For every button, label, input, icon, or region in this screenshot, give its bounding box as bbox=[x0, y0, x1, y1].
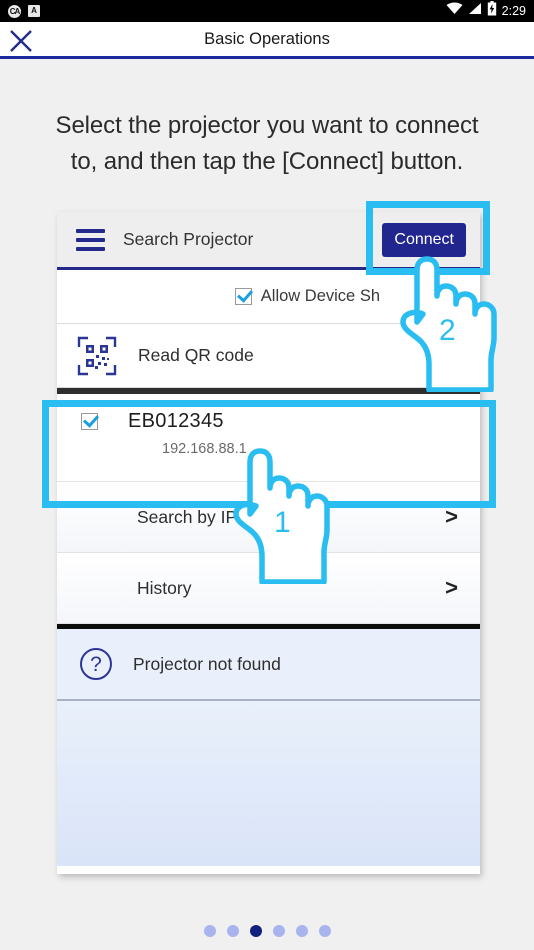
wifi-icon bbox=[446, 2, 463, 20]
page-dot-2[interactable] bbox=[226, 925, 239, 937]
app-screenshot-panel: Search Projector Connect Allow Device Sh bbox=[57, 212, 480, 874]
android-status-bar: CA A 2:29 bbox=[0, 0, 534, 22]
instruction-line-1: Select the projector you want to connect bbox=[55, 112, 479, 139]
history-label: History bbox=[137, 577, 192, 598]
allow-device-label: Allow Device Sh bbox=[260, 287, 380, 305]
page-dot-1[interactable] bbox=[203, 925, 216, 937]
hamburger-menu-icon[interactable] bbox=[76, 228, 105, 251]
read-qr-code-row[interactable]: Read QR code bbox=[57, 324, 480, 388]
chevron-right-icon: > bbox=[445, 575, 458, 600]
connect-button[interactable]: Connect bbox=[382, 223, 466, 257]
projector-not-found-row[interactable]: ? Projector not found bbox=[57, 629, 480, 701]
read-qr-code-label: Read QR code bbox=[138, 345, 254, 365]
search-by-ip-row[interactable]: Search by IP Address > bbox=[57, 482, 480, 553]
projector-name: EB012345 bbox=[128, 410, 224, 432]
app-title: Search Projector bbox=[123, 229, 254, 249]
page-dot-6[interactable] bbox=[318, 925, 331, 937]
status-bar-left-icons: CA A bbox=[0, 4, 40, 18]
pagination-dots bbox=[0, 925, 534, 937]
projector-row-top: EB012345 bbox=[81, 410, 480, 433]
app-badge-a-icon: A bbox=[28, 5, 40, 17]
page-title-bar: Basic Operations bbox=[0, 22, 534, 59]
allow-device-checkbox[interactable] bbox=[234, 288, 252, 305]
battery-charging-icon bbox=[487, 1, 497, 21]
projector-checkbox[interactable] bbox=[81, 413, 98, 430]
search-by-ip-label: Search by IP Address bbox=[137, 506, 305, 527]
projector-list-item[interactable]: EB012345 192.168.88.1 bbox=[57, 394, 480, 482]
chevron-right-icon: > bbox=[445, 504, 458, 529]
page-dot-3[interactable] bbox=[249, 925, 262, 937]
status-bar-clock: 2:29 bbox=[501, 4, 526, 18]
projector-ip-address: 192.168.88.1 bbox=[162, 441, 247, 457]
app-badge-ca-icon: CA bbox=[8, 4, 21, 18]
history-row[interactable]: History > bbox=[57, 553, 480, 624]
screen-root: CA A 2:29 Basic Operations Select the pr… bbox=[0, 0, 534, 950]
panel-empty-area bbox=[57, 701, 480, 866]
qr-code-icon bbox=[77, 336, 117, 376]
question-mark-circle-icon: ? bbox=[80, 648, 112, 680]
cellular-signal-icon bbox=[468, 2, 482, 20]
projector-not-found-label: Projector not found bbox=[133, 653, 281, 674]
instruction-line-2: to, and then tap the [Connect] button. bbox=[70, 148, 464, 175]
status-bar-right-icons: 2:29 bbox=[446, 1, 534, 21]
allow-device-sharing-row[interactable]: Allow Device Sh bbox=[57, 270, 480, 324]
page-dot-5[interactable] bbox=[295, 925, 308, 937]
page-dot-4[interactable] bbox=[272, 925, 285, 937]
page-title: Basic Operations bbox=[204, 29, 330, 48]
close-x-icon[interactable] bbox=[9, 29, 33, 53]
app-header-bar: Search Projector Connect bbox=[57, 212, 480, 270]
instruction-text: Select the projector you want to connect… bbox=[0, 108, 534, 180]
